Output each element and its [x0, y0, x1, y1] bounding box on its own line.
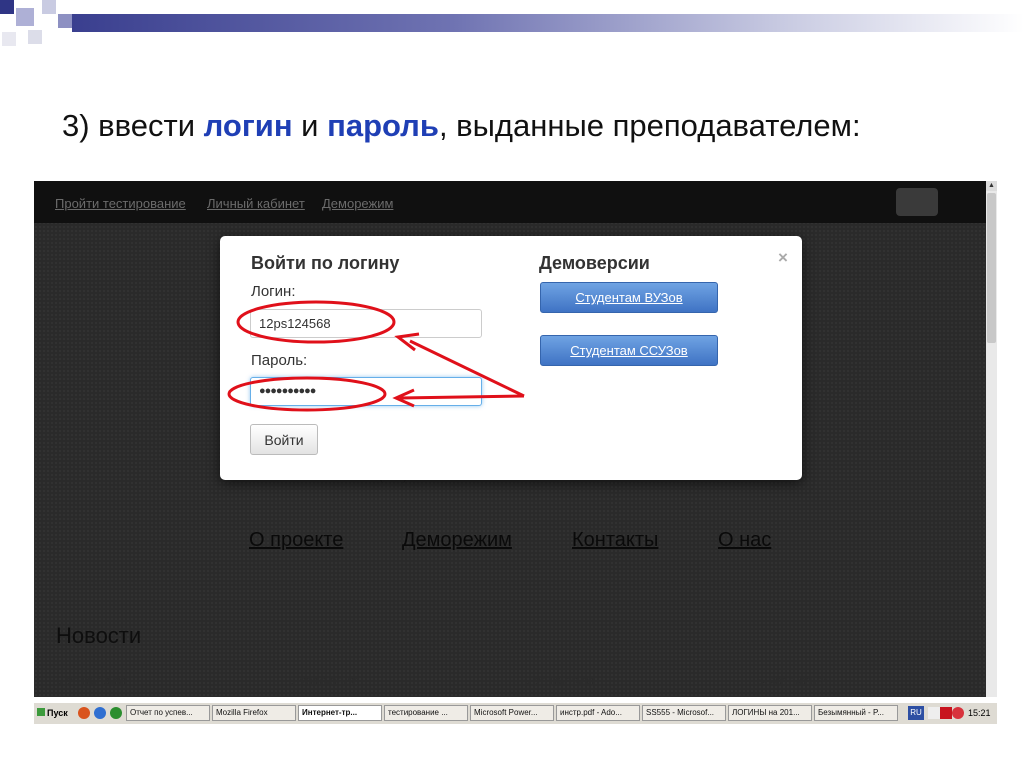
title-suffix: , выданные преподавателем:: [438, 108, 861, 143]
footer-link-contacts[interactable]: Контакты: [572, 529, 658, 552]
title-prefix: 3) ввести: [62, 108, 204, 143]
nav-personal-cabinet[interactable]: Личный кабинет: [207, 196, 305, 211]
news-date: > 2016-03-31: [524, 675, 596, 689]
deco-square: [58, 14, 72, 28]
taskbar-item[interactable]: ЛОГИНЫ на 201...: [728, 705, 812, 721]
demo-college-button[interactable]: Студентам ССУЗов: [540, 335, 718, 366]
close-icon[interactable]: ×: [778, 248, 788, 268]
deco-square: [28, 30, 42, 44]
slide-title: 3) ввести логин и пароль, выданные препо…: [62, 108, 861, 144]
tray-app-icon[interactable]: [952, 707, 964, 719]
deco-square: [2, 32, 16, 46]
deco-square: [42, 0, 56, 14]
login-heading: Войти по логину: [251, 253, 400, 273]
firefox-icon[interactable]: [78, 707, 90, 719]
deco-square: [16, 8, 34, 26]
login-modal: Войти по логину × Логин: 12ps124568 Паро…: [220, 236, 802, 480]
start-label: Пуск: [47, 708, 68, 718]
demo-heading: Демоверсии: [539, 253, 650, 273]
taskbar-item[interactable]: Microsoft Power...: [470, 705, 554, 721]
taskbar-item[interactable]: Интернет-тр...: [298, 705, 382, 721]
news-date: > 2016-03-31: [758, 675, 830, 689]
news-heading: Новости: [56, 623, 142, 648]
scroll-thumb[interactable]: [987, 193, 996, 343]
taskbar-item[interactable]: Отчет по успев...: [126, 705, 210, 721]
chrome-icon[interactable]: [110, 707, 122, 719]
nav-take-test[interactable]: Пройти тестирование: [55, 196, 186, 211]
demo-university-button[interactable]: Студентам ВУЗов: [540, 282, 718, 313]
windows-logo-icon: [37, 708, 45, 716]
tray-arrow-icon[interactable]: [928, 707, 940, 719]
taskbar-item[interactable]: инстр.pdf - Ado...: [556, 705, 640, 721]
scroll-up-arrow-icon[interactable]: ▲: [986, 181, 997, 191]
title-password-word: пароль: [327, 108, 439, 143]
language-indicator[interactable]: RU: [908, 706, 924, 720]
header-gradient-bar: [72, 14, 1024, 32]
page-scrollbar[interactable]: ▲: [986, 181, 997, 697]
start-button[interactable]: Пуск: [35, 705, 71, 722]
title-and: и: [292, 108, 328, 143]
deco-square: [0, 0, 14, 14]
taskbar-item[interactable]: тестирование ...: [384, 705, 468, 721]
news-date: > 2016-03-31: [289, 675, 361, 689]
clock: 15:21: [968, 708, 991, 718]
footer-link-about-us[interactable]: О нас: [718, 529, 771, 552]
title-login-word: логин: [203, 108, 293, 143]
ie-icon[interactable]: [94, 707, 106, 719]
nav-demo-mode[interactable]: Деморежим: [322, 196, 393, 211]
login-input[interactable]: 12ps124568: [250, 309, 482, 338]
menu-toggle-button[interactable]: [896, 188, 938, 216]
password-label: Пароль:: [251, 352, 308, 369]
password-input[interactable]: ●●●●●●●●●●: [250, 377, 482, 406]
antivirus-icon[interactable]: [940, 707, 952, 719]
site-navbar: Пройти тестирование Личный кабинет Демор…: [34, 181, 986, 223]
windows-taskbar: Пуск Отчет по успев... Mozilla Firefox И…: [34, 702, 997, 724]
taskbar-item[interactable]: Безымянный - P...: [814, 705, 898, 721]
footer-link-about-project[interactable]: О проекте: [249, 529, 343, 552]
footer-link-demo[interactable]: Деморежим: [402, 529, 512, 552]
taskbar-item[interactable]: SS555 - Microsof...: [642, 705, 726, 721]
login-submit-button[interactable]: Войти: [250, 424, 318, 455]
taskbar-item[interactable]: Mozilla Firefox: [212, 705, 296, 721]
news-date: > 2016-04-01: [56, 675, 128, 689]
login-label: Логин:: [251, 283, 296, 300]
